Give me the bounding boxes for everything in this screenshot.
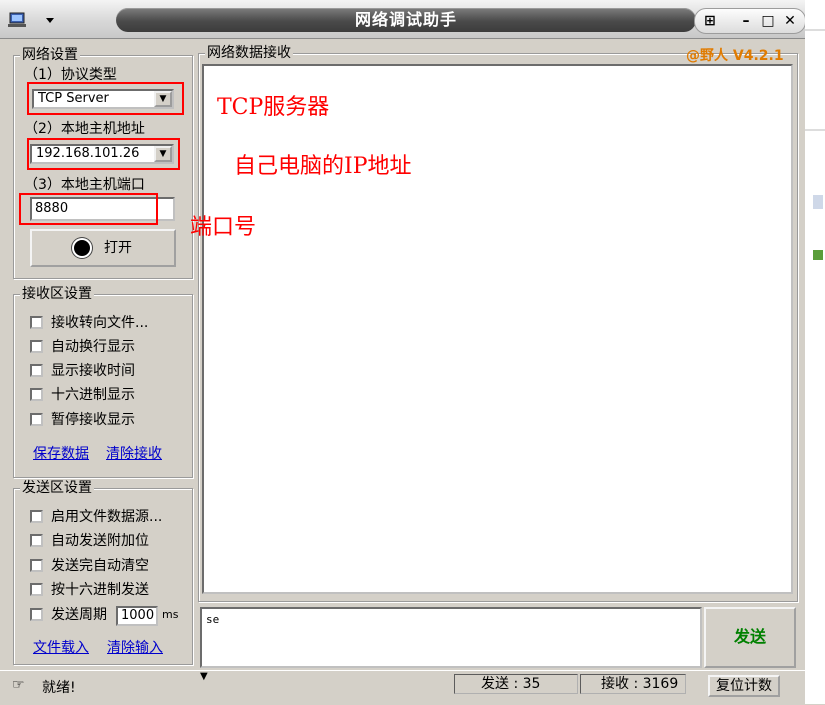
send-period-label: 发送周期 xyxy=(51,607,107,623)
record-icon xyxy=(74,240,90,256)
auto-clear-checkbox[interactable] xyxy=(30,559,43,572)
auto-clear-label: 发送完自动清空 xyxy=(51,558,149,574)
clear-recv-link[interactable]: 清除接收 xyxy=(106,443,162,463)
open-button[interactable]: 打开 xyxy=(30,229,176,267)
host-label: （2）本地主机地址 xyxy=(24,121,145,137)
recv-to-file-label: 接收转向文件... xyxy=(51,315,149,331)
hand-icon: ☞ xyxy=(12,677,25,693)
version-tag: @野人 V4.2.1 xyxy=(686,48,784,64)
status-ready: 就绪! xyxy=(42,680,76,696)
send-period-input[interactable]: 1000 xyxy=(116,606,158,626)
hex-display-checkbox[interactable] xyxy=(30,388,43,401)
hex-send-label: 按十六进制发送 xyxy=(51,582,149,598)
clear-input-link[interactable]: 清除输入 xyxy=(107,637,163,657)
append-bits-checkbox[interactable] xyxy=(30,534,43,547)
send-period-unit: ms xyxy=(162,608,179,621)
hex-send-checkbox[interactable] xyxy=(30,583,43,596)
close-button[interactable]: ✕ xyxy=(779,11,801,31)
send-period-checkbox[interactable] xyxy=(30,608,43,621)
protocol-annotation: TCP服务器 xyxy=(217,95,330,120)
host-annotation: 自己电脑的IP地址 xyxy=(234,154,412,179)
window-title: 网络调试助手 xyxy=(354,10,457,29)
receive-settings-legend: 接收区设置 xyxy=(20,286,94,302)
protocol-label: （1）协议类型 xyxy=(24,67,117,83)
load-file-link[interactable]: 文件载入 xyxy=(33,637,89,657)
minimize-button[interactable]: – xyxy=(735,11,757,31)
send-input[interactable]: se xyxy=(200,607,702,668)
network-settings-legend: 网络设置 xyxy=(20,47,80,63)
auto-wrap-label: 自动换行显示 xyxy=(51,339,135,355)
file-source-checkbox[interactable] xyxy=(30,510,43,523)
auto-wrap-checkbox[interactable] xyxy=(30,340,43,353)
file-source-label: 启用文件数据源... xyxy=(51,509,163,525)
background-window-edge xyxy=(805,0,825,704)
sent-count: 发送 : 35 xyxy=(454,674,578,694)
append-bits-label: 自动发送附加位 xyxy=(51,533,149,549)
pin-icon[interactable]: ⊞ xyxy=(699,11,721,31)
send-button[interactable]: 发送 xyxy=(704,607,796,668)
port-label: （3）本地主机端口 xyxy=(24,177,145,193)
show-recv-time-checkbox[interactable] xyxy=(30,364,43,377)
reset-count-button[interactable]: 复位计数 xyxy=(708,675,780,697)
system-menu[interactable] xyxy=(6,10,76,30)
show-recv-time-label: 显示接收时间 xyxy=(51,363,135,379)
pause-display-checkbox[interactable] xyxy=(30,413,43,426)
pause-display-label: 暂停接收显示 xyxy=(51,412,135,428)
send-settings-legend: 发送区设置 xyxy=(20,480,94,496)
recv-to-file-checkbox[interactable] xyxy=(30,316,43,329)
background-window-strip xyxy=(805,0,825,704)
port-annotation: 端口号 xyxy=(190,215,257,240)
app-icon xyxy=(8,12,54,27)
maximize-button[interactable]: □ xyxy=(757,11,779,31)
protocol-highlight xyxy=(27,82,184,115)
save-data-link[interactable]: 保存数据 xyxy=(33,443,89,463)
host-highlight xyxy=(27,138,180,170)
title-pill: 网络调试助手 xyxy=(116,8,696,32)
hex-display-label: 十六进制显示 xyxy=(51,387,135,403)
status-arrow-icon: ▼ xyxy=(200,671,208,682)
window-controls: ⊞ – □ ✕ xyxy=(694,8,806,34)
recv-count: 接收 : 3169 xyxy=(580,674,686,694)
title-bar: 网络调试助手 ⊞ – □ ✕ xyxy=(0,0,806,39)
receive-panel-legend: 网络数据接收 xyxy=(205,45,293,61)
port-highlight xyxy=(19,193,158,225)
open-button-label: 打开 xyxy=(104,240,132,256)
receive-textarea[interactable] xyxy=(202,64,793,594)
